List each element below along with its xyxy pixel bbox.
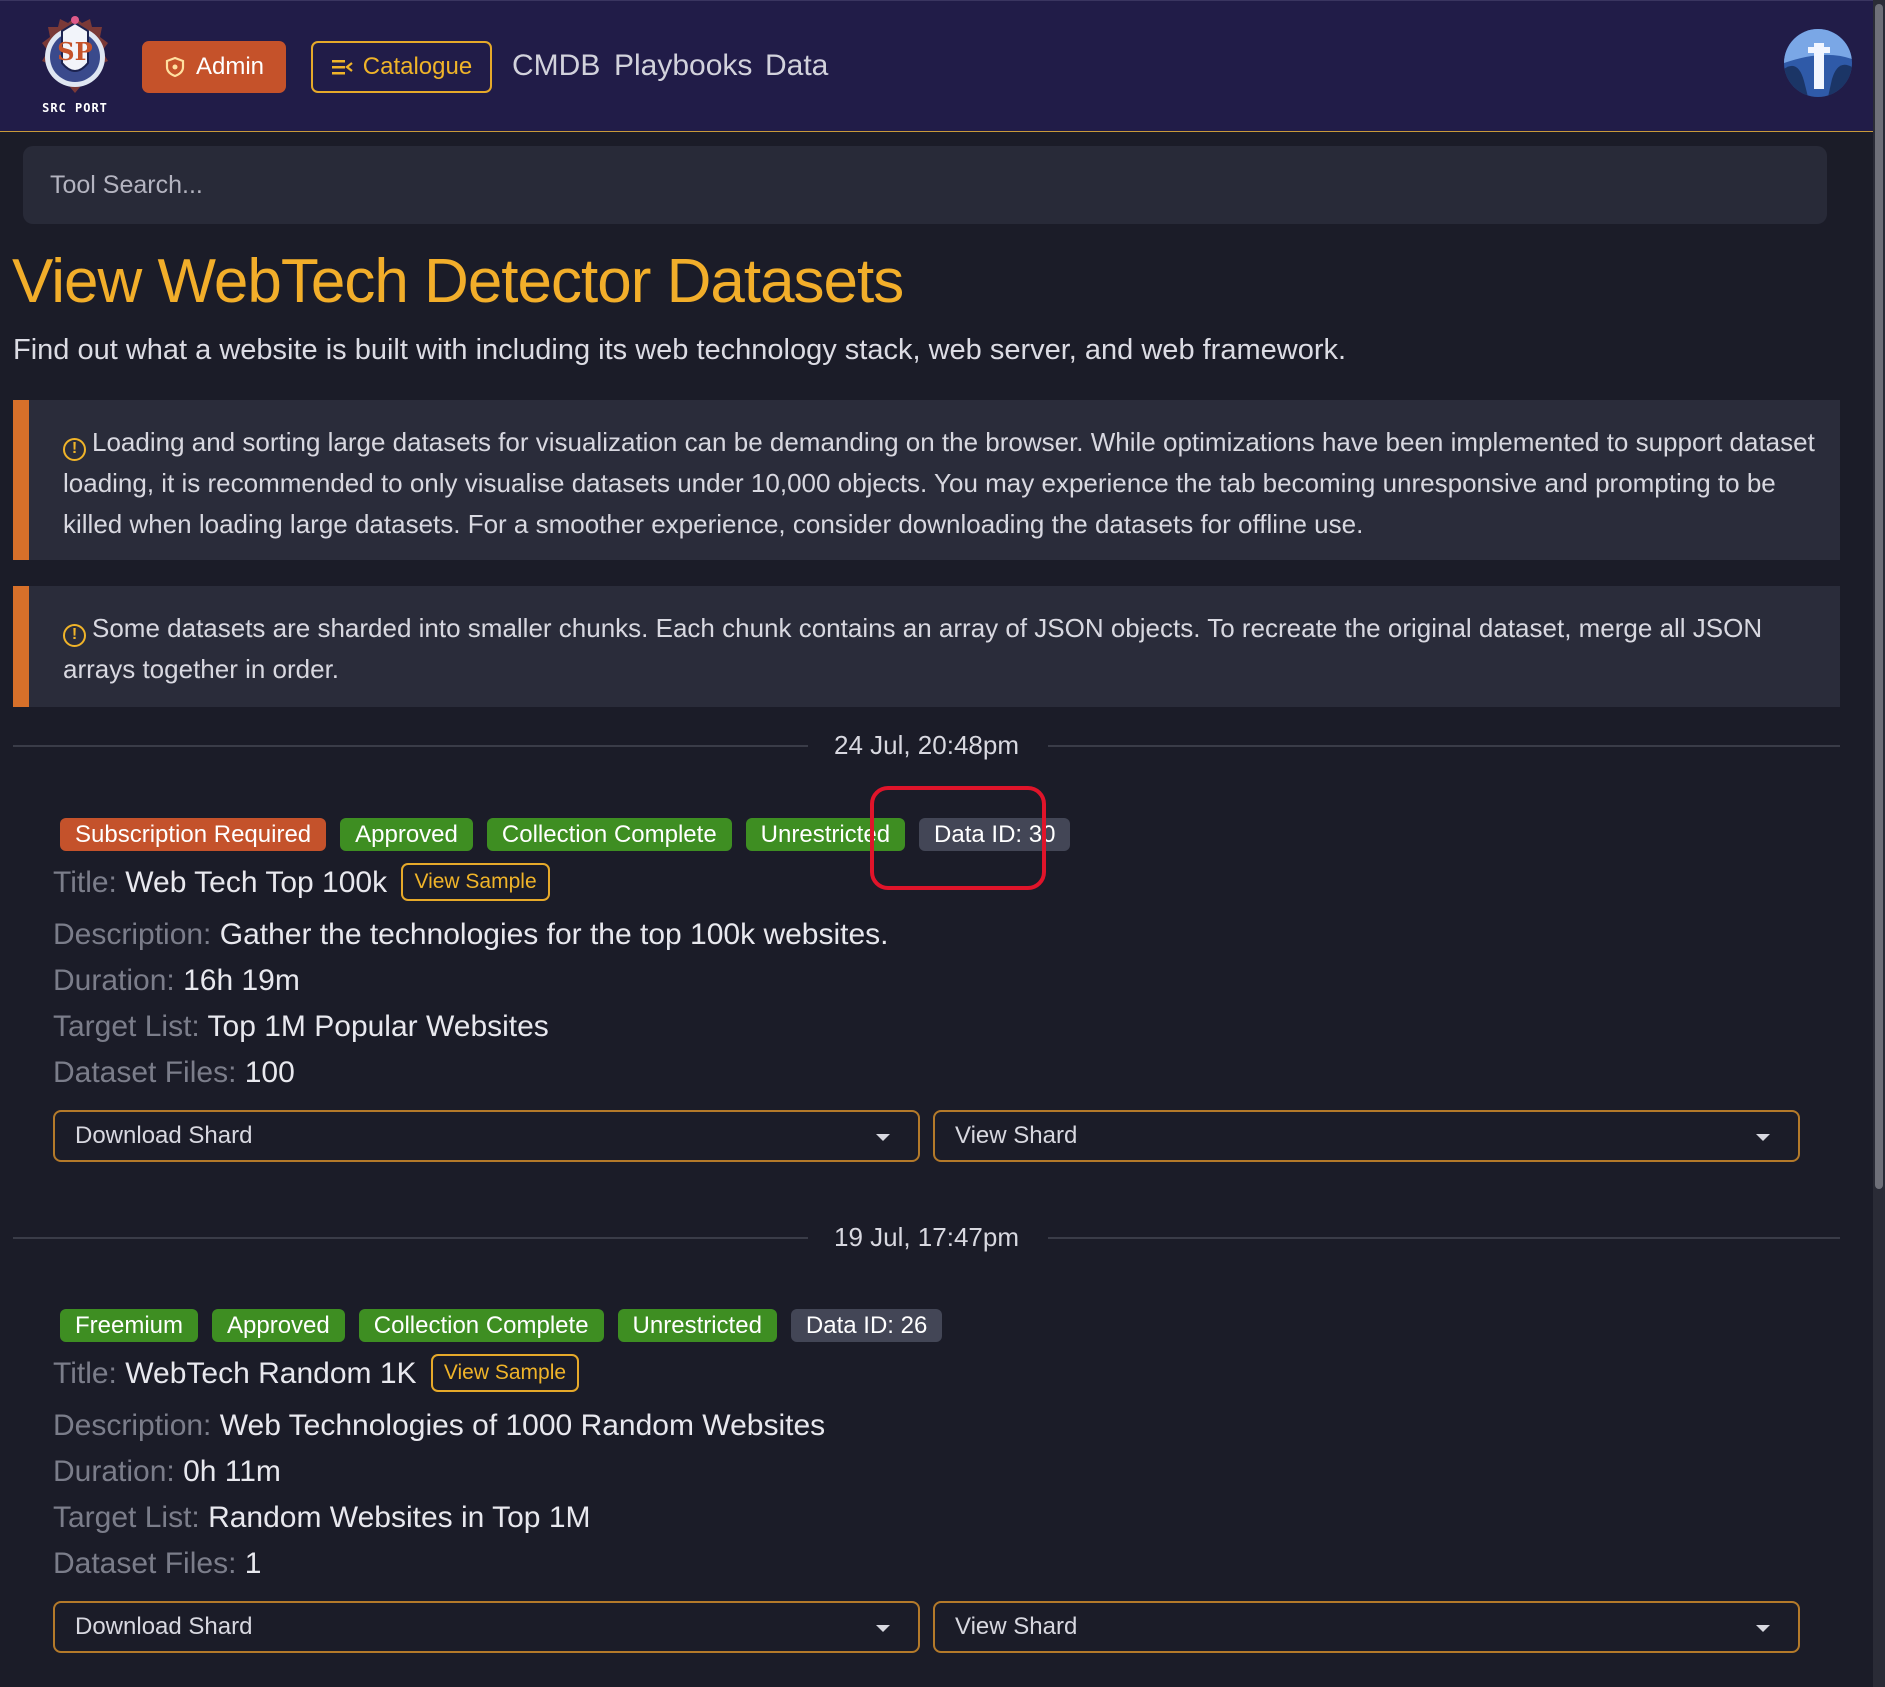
alert-text: Some datasets are sharded into smaller c… bbox=[63, 613, 1763, 684]
dataset-target-list: Random Websites in Top 1M bbox=[208, 1501, 591, 1534]
dataset-duration-row: Duration: 16h 19m bbox=[53, 964, 300, 998]
title-label: Title: bbox=[53, 1357, 117, 1390]
logo-text: SRC PORT bbox=[42, 101, 108, 115]
catalogue-button[interactable]: Catalogue bbox=[311, 41, 492, 93]
badge-collection-complete: Collection Complete bbox=[486, 818, 732, 851]
dataset-description-row: Description: Gather the technologies for… bbox=[53, 918, 889, 952]
dataset-duration: 0h 11m bbox=[183, 1455, 281, 1488]
dataset-duration: 16h 19m bbox=[183, 964, 300, 997]
dataset-title: Web Tech Top 100k bbox=[125, 866, 388, 899]
date-divider: 19 Jul, 17:47pm bbox=[13, 1222, 1840, 1252]
sharding-info-alert: ! Some datasets are sharded into smaller … bbox=[13, 586, 1840, 707]
dataset-files-count: 100 bbox=[244, 1056, 295, 1089]
view-shard-label: View Shard bbox=[955, 1122, 1078, 1149]
chevron-down-icon bbox=[876, 1625, 890, 1632]
svg-text:SP: SP bbox=[57, 37, 92, 66]
alert-exclamation-icon: ! bbox=[63, 624, 86, 647]
badge-unrestricted: Unrestricted bbox=[617, 1309, 777, 1342]
alert-exclamation-icon: ! bbox=[63, 438, 86, 461]
page-title: View WebTech Detector Datasets bbox=[12, 247, 904, 316]
page-subtitle: Find out what a website is built with in… bbox=[13, 334, 1347, 366]
badge-collection-complete: Collection Complete bbox=[358, 1309, 604, 1342]
view-shard-select[interactable]: View Shard bbox=[933, 1110, 1800, 1162]
view-shard-label: View Shard bbox=[955, 1613, 1078, 1640]
chevron-down-icon bbox=[1756, 1625, 1770, 1632]
description-label: Description: bbox=[53, 1409, 212, 1442]
highlight-annotation bbox=[870, 786, 1046, 890]
target-list-label: Target List: bbox=[53, 1010, 200, 1043]
avatar-image-icon bbox=[1784, 29, 1852, 97]
divider-line bbox=[1048, 745, 1840, 747]
dataset-title-row: Title: WebTech Random 1K View Sample bbox=[53, 1354, 580, 1392]
catalogue-label: Catalogue bbox=[362, 53, 473, 80]
dataset-description-row: Description: Web Technologies of 1000 Ra… bbox=[53, 1409, 825, 1443]
divider-line bbox=[1048, 1237, 1840, 1239]
dataset-badges: Freemium Approved Collection Complete Un… bbox=[60, 1309, 943, 1342]
nav-link-playbooks[interactable]: Playbooks bbox=[614, 49, 752, 83]
view-sample-button[interactable]: View Sample bbox=[401, 863, 550, 901]
nav-link-data[interactable]: Data bbox=[765, 49, 828, 83]
list-icon bbox=[331, 60, 353, 75]
dataset-duration-row: Duration: 0h 11m bbox=[53, 1455, 281, 1489]
chevron-down-icon bbox=[1756, 1134, 1770, 1141]
user-avatar[interactable] bbox=[1784, 29, 1852, 97]
dataset-files-label: Dataset Files: bbox=[53, 1547, 237, 1580]
scrollbar-thumb[interactable] bbox=[1875, 4, 1883, 1189]
dataset-target-row: Target List: Random Websites in Top 1M bbox=[53, 1501, 591, 1535]
duration-label: Duration: bbox=[53, 964, 175, 997]
view-sample-button[interactable]: View Sample bbox=[430, 1354, 580, 1392]
target-list-label: Target List: bbox=[53, 1501, 200, 1534]
dataset-description: Gather the technologies for the top 100k… bbox=[219, 918, 889, 951]
badge-data-id: Data ID: 26 bbox=[790, 1309, 943, 1342]
download-shard-label: Download Shard bbox=[75, 1122, 253, 1149]
tool-search-input[interactable] bbox=[23, 146, 1827, 224]
dataset-files-row: Dataset Files: 100 bbox=[53, 1056, 295, 1090]
shield-logo-icon: SP bbox=[42, 16, 108, 93]
chevron-down-icon bbox=[876, 1134, 890, 1141]
badge-subscription-required: Subscription Required bbox=[60, 818, 327, 851]
admin-label: Admin bbox=[195, 53, 265, 80]
dataset-target-row: Target List: Top 1M Popular Websites bbox=[53, 1010, 549, 1044]
top-navbar: SP SRC PORT Admin Catalogue CMDB Playboo… bbox=[0, 0, 1873, 132]
performance-warning-alert: ! Loading and sorting large datasets for … bbox=[13, 400, 1840, 560]
admin-shield-icon bbox=[165, 56, 185, 78]
dataset-title-row: Title: Web Tech Top 100k View Sample bbox=[53, 863, 550, 901]
admin-button[interactable]: Admin bbox=[142, 41, 286, 93]
title-label: Title: bbox=[53, 866, 117, 899]
dataset-target-list: Top 1M Popular Websites bbox=[207, 1010, 549, 1043]
alert-text: Loading and sorting large datasets for v… bbox=[63, 427, 1815, 539]
duration-label: Duration: bbox=[53, 1455, 175, 1488]
dataset-title: WebTech Random 1K bbox=[125, 1357, 417, 1390]
dataset-files-label: Dataset Files: bbox=[53, 1056, 237, 1089]
download-shard-select[interactable]: Download Shard bbox=[53, 1110, 920, 1162]
dataset-files-row: Dataset Files: 1 bbox=[53, 1547, 261, 1581]
dataset-files-count: 1 bbox=[244, 1547, 262, 1580]
badge-approved: Approved bbox=[212, 1309, 345, 1342]
view-shard-select[interactable]: View Shard bbox=[933, 1601, 1800, 1653]
description-label: Description: bbox=[53, 918, 212, 951]
badge-freemium: Freemium bbox=[60, 1309, 199, 1342]
download-shard-label: Download Shard bbox=[75, 1613, 253, 1640]
src-port-logo[interactable]: SP SRC PORT bbox=[32, 13, 118, 119]
badge-approved: Approved bbox=[340, 818, 473, 851]
download-shard-select[interactable]: Download Shard bbox=[53, 1601, 920, 1653]
dataset-description: Web Technologies of 1000 Random Websites bbox=[219, 1409, 826, 1442]
nav-link-cmdb[interactable]: CMDB bbox=[512, 49, 600, 83]
date-divider: 24 Jul, 20:48pm bbox=[13, 730, 1840, 760]
